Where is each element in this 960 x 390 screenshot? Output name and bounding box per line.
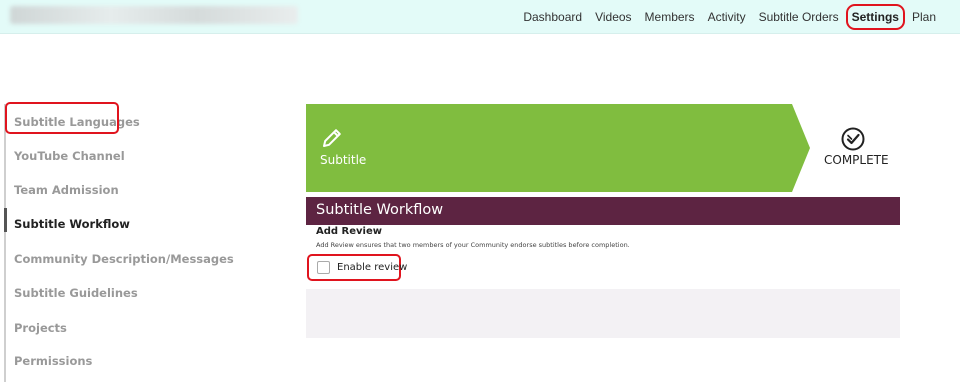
step-arrow bbox=[792, 104, 810, 192]
settings-sidebar: Subtitle Languages YouTube Channel Team … bbox=[4, 104, 234, 382]
pencil-icon bbox=[323, 129, 341, 147]
active-item-marker bbox=[4, 208, 7, 232]
section-title: Subtitle Workflow bbox=[316, 202, 444, 218]
sidebar-item-team-admission[interactable]: Team Admission bbox=[14, 183, 119, 197]
blurred-team-logo[interactable] bbox=[10, 6, 298, 24]
sidebar-item-community-description[interactable]: Community Description/Messages bbox=[14, 252, 234, 266]
enable-review-checkbox[interactable] bbox=[317, 261, 330, 274]
add-review-description: Add Review ensures that two members of y… bbox=[316, 241, 630, 249]
nav-activity[interactable]: Activity bbox=[708, 10, 746, 24]
nav-dashboard[interactable]: Dashboard bbox=[523, 10, 582, 24]
nav-subtitle-orders[interactable]: Subtitle Orders bbox=[759, 10, 839, 24]
enable-review-toggle[interactable]: Enable review bbox=[307, 254, 407, 281]
sidebar-item-subtitle-guidelines[interactable]: Subtitle Guidelines bbox=[14, 286, 138, 300]
workflow-steps-banner: Subtitle COMPLETE bbox=[306, 104, 900, 192]
highlight-box-subtitle-workflow bbox=[5, 102, 119, 134]
add-review-title: Add Review bbox=[316, 226, 382, 237]
settings-footer-panel bbox=[306, 289, 900, 338]
sidebar-item-permissions[interactable]: Permissions bbox=[14, 354, 92, 368]
nav-videos[interactable]: Videos bbox=[595, 10, 631, 24]
top-navbar: Dashboard Videos Members Activity Subtit… bbox=[0, 0, 960, 34]
check-circle-icon bbox=[841, 127, 865, 151]
step-subtitle: Subtitle bbox=[306, 104, 792, 192]
sidebar-item-projects[interactable]: Projects bbox=[14, 321, 67, 335]
enable-review-label[interactable]: Enable review bbox=[337, 262, 407, 273]
sidebar-item-subtitle-workflow[interactable]: Subtitle Workflow bbox=[14, 217, 130, 231]
nav-settings[interactable]: Settings bbox=[845, 4, 906, 30]
nav-members[interactable]: Members bbox=[645, 10, 695, 24]
section-header: Subtitle Workflow bbox=[306, 197, 900, 225]
sidebar-item-youtube-channel[interactable]: YouTube Channel bbox=[14, 149, 125, 163]
nav-plan[interactable]: Plan bbox=[912, 10, 936, 24]
step-subtitle-label: Subtitle bbox=[320, 153, 367, 167]
main-nav: Dashboard Videos Members Activity Subtit… bbox=[510, 0, 936, 34]
step-complete-label: COMPLETE bbox=[824, 153, 889, 167]
